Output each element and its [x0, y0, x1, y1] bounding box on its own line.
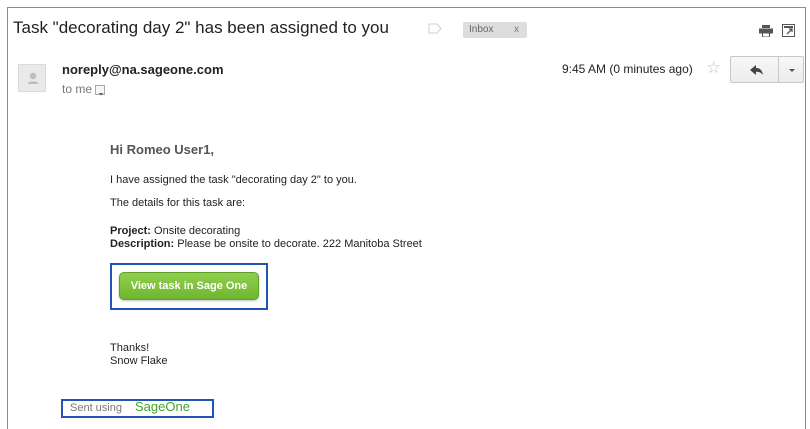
- star-icon[interactable]: ☆: [706, 59, 721, 76]
- chevron-down-icon: [789, 69, 795, 72]
- closing-thanks: Thanks!: [110, 342, 150, 354]
- email-subject: Task "decorating day 2" has been assigne…: [13, 18, 389, 37]
- email-timestamp: 9:45 AM (0 minutes ago): [562, 62, 693, 76]
- project-line: Project: Onsite decorating: [110, 225, 240, 237]
- sageone-logo[interactable]: SageOne: [135, 399, 190, 414]
- email-greeting: Hi Romeo User1,: [110, 142, 215, 157]
- project-label: Project:: [110, 225, 151, 237]
- body-text-details-intro: The details for this task are:: [110, 197, 246, 209]
- new-window-icon[interactable]: [782, 24, 795, 37]
- avatar-icon: [27, 72, 39, 84]
- more-actions-button[interactable]: [778, 56, 804, 83]
- reply-button[interactable]: [730, 56, 779, 83]
- recipient-line: to me: [62, 82, 93, 96]
- inbox-label-chip[interactable]: Inbox x: [463, 22, 527, 38]
- label-tag-icon[interactable]: [428, 23, 442, 34]
- avatar[interactable]: [18, 64, 46, 92]
- project-value: Onsite decorating: [154, 225, 241, 237]
- recipient-details-toggle[interactable]: [95, 85, 105, 96]
- inbox-label-text: Inbox: [469, 24, 494, 35]
- description-label: Description:: [110, 238, 175, 250]
- view-task-button[interactable]: View task in Sage One: [119, 272, 259, 300]
- chevron-down-icon: [98, 93, 104, 96]
- print-icon[interactable]: [759, 25, 773, 37]
- body-text-assignment: I have assigned the task "decorating day…: [110, 174, 357, 186]
- remove-label-button[interactable]: x: [514, 22, 519, 38]
- reply-icon: [750, 65, 763, 75]
- description-value: Please be onsite to decorate. 222 Manito…: [177, 238, 422, 250]
- footer-sent-using: Sent using: [70, 402, 122, 414]
- signer-name: Snow Flake: [110, 355, 168, 367]
- description-line: Description: Please be onsite to decorat…: [110, 238, 422, 250]
- sender-address[interactable]: noreply@na.sageone.com: [62, 62, 224, 77]
